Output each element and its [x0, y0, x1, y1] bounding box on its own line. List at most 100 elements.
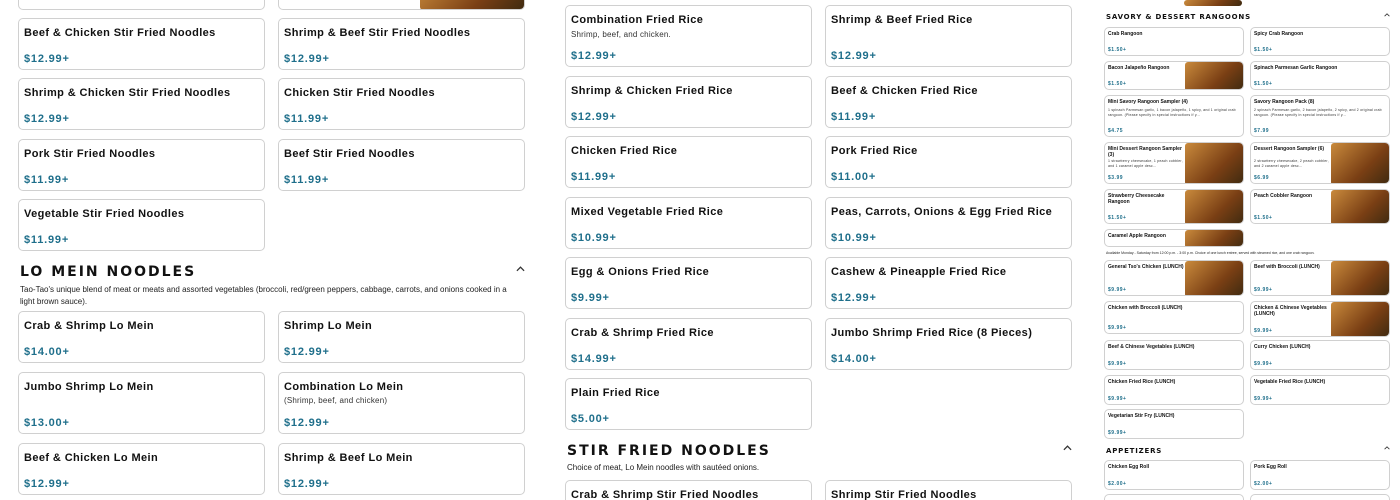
menu-item[interactable] — [1104, 494, 1244, 500]
item-price: $3.99 — [1108, 175, 1124, 181]
item-name: Mini Dessert Rangoon Sampler (3) — [1108, 146, 1182, 158]
menu-item[interactable]: Shrimp Stir Fried Noodles — [825, 480, 1072, 500]
chevron-up-icon[interactable] — [1063, 445, 1072, 451]
item-price: $14.00+ — [831, 353, 877, 365]
menu-item[interactable]: Mini Dessert Rangoon Sampler (3) 1 strawb… — [1104, 142, 1244, 184]
item-name: Savory Rangoon Pack (8) — [1254, 99, 1315, 105]
item-name: Chicken Egg Roll — [1108, 464, 1150, 470]
item-price: $11.00+ — [831, 171, 877, 183]
item-name: Combination Lo Mein — [284, 381, 404, 393]
menu-item[interactable]: Beef & Chinese Vegetables (LUNCH) $9.99+ — [1104, 340, 1244, 370]
menu-item[interactable]: Beef & Chicken Stir Fried Noodles $12.99+ — [18, 18, 265, 70]
item-price: $9.99+ — [1108, 430, 1127, 436]
item-price: $9.99+ — [1254, 328, 1273, 334]
menu-item[interactable]: General Tso's Chicken (LUNCH) $9.99+ — [1104, 260, 1244, 296]
menu-item[interactable]: Beef & Chicken Lo Mein $12.99+ — [18, 443, 265, 495]
item-name: Beef & Chicken Stir Fried Noodles — [24, 27, 216, 39]
item-description: 1 strawberry cheesecake, 1 peach cobbler… — [1108, 159, 1183, 168]
menu-item[interactable]: Crab & Shrimp Stir Fried Noodles — [565, 480, 812, 500]
menu-item[interactable]: Shrimp & Beef Lo Mein $12.99+ — [278, 443, 525, 495]
food-image — [1331, 143, 1389, 183]
menu-item[interactable]: Bacon Jalapeño Rangoon $1.50+ — [1104, 61, 1244, 90]
menu-item[interactable]: Spinach Parmesan Garlic Rangoon $1.50+ — [1250, 61, 1390, 90]
item-price: $1.50+ — [1254, 215, 1273, 221]
item-name: Chicken Stir Fried Noodles — [284, 87, 435, 99]
menu-item[interactable]: Peach Cobbler Rangoon $1.50+ — [1250, 189, 1390, 224]
menu-item[interactable]: Mixed Vegetable Fried Rice $10.99+ — [565, 197, 812, 249]
item-price: $11.99+ — [284, 174, 330, 186]
menu-item[interactable]: Dessert Rangoon Sampler (6) 2 strawberry … — [1250, 142, 1390, 184]
item-name: General Tso's Chicken (LUNCH) — [1108, 264, 1184, 270]
menu-item[interactable]: Combination Fried Rice Shrimp, beef, and … — [565, 5, 812, 67]
menu-item[interactable]: Chicken & Chinese Vegetables (LUNCH) $9.9… — [1250, 301, 1390, 337]
menu-item[interactable]: Peas, Carrots, Onions & Egg Fried Rice $1… — [825, 197, 1072, 249]
menu-item[interactable]: Cashew & Pineapple Fried Rice $12.99+ — [825, 257, 1072, 309]
menu-item[interactable]: Shrimp & Chicken Stir Fried Noodles $12.9… — [18, 78, 265, 130]
item-price: $1.50+ — [1108, 81, 1127, 87]
menu-item[interactable]: Pork Egg Roll $2.00+ — [1250, 460, 1390, 490]
menu-item[interactable]: Strawberry Cheesecake Rangoon $1.50+ — [1104, 189, 1244, 224]
item-price: $11.99+ — [831, 111, 877, 123]
chevron-up-icon[interactable] — [1384, 13, 1390, 17]
item-price: $1.50+ — [1108, 47, 1127, 53]
menu-item[interactable]: Shrimp & Chicken Fried Rice $12.99+ — [565, 76, 812, 128]
menu-item[interactable]: Chicken Fried Rice $11.99+ — [565, 136, 812, 188]
menu-item[interactable]: Spicy Crab Rangoon $1.50+ — [1250, 27, 1390, 56]
item-price: $12.99+ — [284, 53, 330, 65]
menu-item[interactable]: Vegetable Stir Fried Noodles $11.99+ — [18, 199, 265, 251]
menu-item[interactable]: Beef with Broccoli (LUNCH) $9.99+ — [1250, 260, 1390, 296]
menu-item[interactable]: Chicken Egg Roll $2.00+ — [1104, 460, 1244, 490]
menu-item[interactable]: Vegetarian Stir Fry (LUNCH) $9.99+ — [1104, 409, 1244, 439]
food-image — [420, 0, 524, 9]
menu-item[interactable]: Caramel Apple Rangoon — [1104, 229, 1244, 247]
food-image — [1331, 261, 1389, 295]
item-name: Peas, Carrots, Onions & Egg Fried Rice — [831, 206, 1053, 218]
menu-item[interactable]: Egg & Onions Fried Rice $9.99+ — [565, 257, 812, 309]
item-name: Pork Stir Fried Noodles — [24, 148, 156, 160]
section-title: STIR FRIED NOODLES — [567, 443, 771, 459]
top-card-left[interactable] — [18, 0, 265, 10]
chevron-up-icon[interactable] — [516, 266, 525, 272]
item-price: $12.99+ — [831, 50, 877, 62]
menu-item[interactable]: Vegetable Fried Rice (LUNCH) $9.99+ — [1250, 375, 1390, 405]
menu-item[interactable]: Curry Chicken (LUNCH) $9.99+ — [1250, 340, 1390, 370]
menu-item[interactable]: Shrimp & Beef Fried Rice $12.99+ — [825, 5, 1072, 67]
menu-item[interactable]: Pork Fried Rice $11.00+ — [825, 136, 1072, 188]
food-image — [1331, 302, 1389, 336]
item-name: Chicken & Chinese Vegetables (LUNCH) — [1254, 305, 1327, 317]
item-name: Crab & Shrimp Stir Fried Noodles — [571, 489, 759, 500]
menu-item[interactable]: Combination Lo Mein (Shrimp, beef, and ch… — [278, 372, 525, 434]
menu-item[interactable]: Crab Rangoon $1.50+ — [1104, 27, 1244, 56]
item-name: Pork Fried Rice — [831, 145, 918, 157]
menu-item[interactable]: Plain Fried Rice $5.00+ — [565, 378, 812, 430]
menu-item[interactable]: Jumbo Shrimp Fried Rice (8 Pieces) $14.00… — [825, 318, 1072, 370]
item-price: $12.99+ — [24, 113, 70, 125]
item-price: $9.99+ — [1108, 287, 1127, 293]
menu-item[interactable]: Crab & Shrimp Fried Rice $14.99+ — [565, 318, 812, 370]
chevron-up-icon[interactable] — [1384, 446, 1390, 450]
item-price: $1.50+ — [1254, 47, 1273, 53]
menu-item[interactable]: Chicken with Broccoli (LUNCH) $9.99+ — [1104, 301, 1244, 334]
item-name: Spicy Crab Rangoon — [1254, 31, 1304, 37]
section-title: SAVORY & DESSERT RANGOONS — [1106, 13, 1251, 21]
top-card-right[interactable] — [278, 0, 525, 10]
menu-item[interactable]: Chicken Fried Rice (LUNCH) $9.99+ — [1104, 375, 1244, 405]
menu-item[interactable]: Pork Stir Fried Noodles $11.99+ — [18, 139, 265, 191]
item-name: Jumbo Shrimp Fried Rice (8 Pieces) — [831, 327, 1033, 339]
menu-item[interactable]: Shrimp Lo Mein $12.99+ — [278, 311, 525, 363]
menu-item[interactable]: Mini Savory Rangoon Sampler (4) 1 spinach… — [1104, 95, 1244, 137]
menu-item[interactable]: Beef & Chicken Fried Rice $11.99+ — [825, 76, 1072, 128]
menu-item[interactable]: Beef Stir Fried Noodles $11.99+ — [278, 139, 525, 191]
item-price: $6.99 — [1254, 175, 1270, 181]
food-image — [1185, 230, 1243, 246]
menu-item[interactable] — [1250, 494, 1390, 500]
menu-item[interactable]: Crab & Shrimp Lo Mein $14.00+ — [18, 311, 265, 363]
item-name: Vegetarian Stir Fry (LUNCH) — [1108, 413, 1175, 419]
item-name: Mixed Vegetable Fried Rice — [571, 206, 724, 218]
item-name: Plain Fried Rice — [571, 387, 660, 399]
menu-item[interactable]: Chicken Stir Fried Noodles $11.99+ — [278, 78, 525, 130]
menu-item[interactable]: Savory Rangoon Pack (8) 2 spinach Parmesa… — [1250, 95, 1390, 137]
item-price: $12.99+ — [831, 292, 877, 304]
menu-item[interactable]: Jumbo Shrimp Lo Mein $13.00+ — [18, 372, 265, 434]
menu-item[interactable]: Shrimp & Beef Stir Fried Noodles $12.99+ — [278, 18, 525, 70]
